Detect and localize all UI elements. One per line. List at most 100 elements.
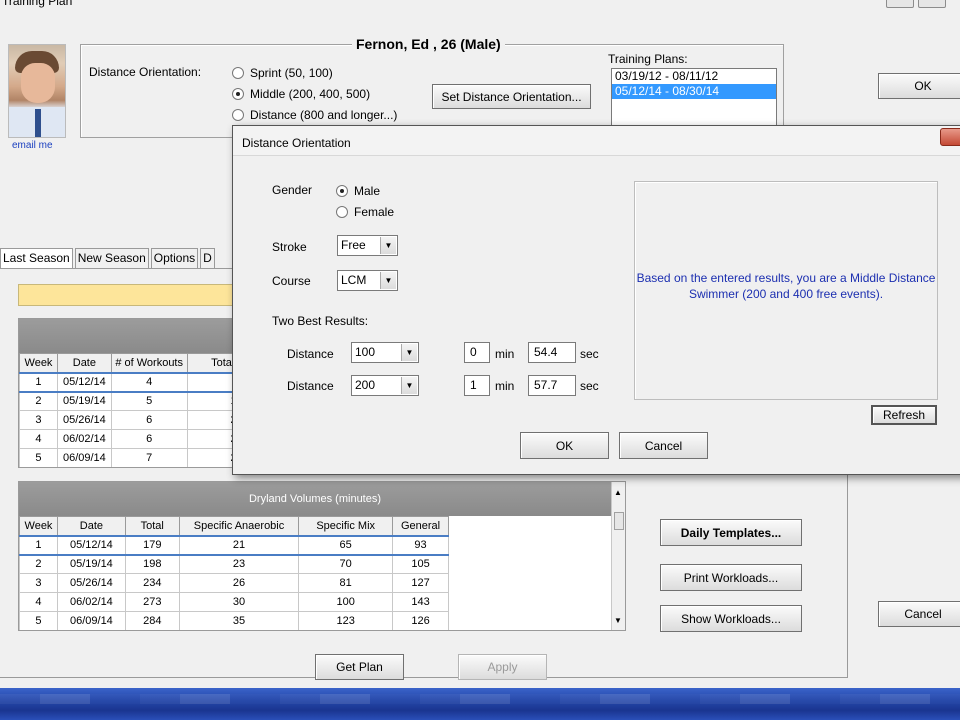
table-row[interactable]: 3 05/26/14 234 26 81 127 bbox=[19, 573, 449, 593]
cell[interactable]: 7 bbox=[110, 448, 188, 467]
cell[interactable]: 4 bbox=[110, 371, 188, 393]
col-specific-anaerobic[interactable]: Specific Anaerobic bbox=[178, 516, 300, 536]
scroll-up-icon[interactable]: ▲ bbox=[614, 488, 622, 497]
cell[interactable]: 198 bbox=[124, 554, 180, 574]
tab-last-season[interactable]: Last Season bbox=[0, 248, 73, 268]
radio-middle[interactable]: Middle (200, 400, 500) bbox=[232, 87, 370, 101]
set-distance-orientation-button[interactable]: Set Distance Orientation... bbox=[432, 84, 591, 109]
course-select[interactable]: LCM ▼ bbox=[337, 270, 398, 291]
get-plan-button[interactable]: Get Plan bbox=[315, 654, 404, 680]
scroll-down-icon[interactable]: ▼ bbox=[614, 616, 622, 625]
apply-button[interactable]: Apply bbox=[458, 654, 547, 680]
table-row[interactable]: 4 06/02/14 273 30 100 143 bbox=[19, 592, 449, 612]
scroll-thumb[interactable] bbox=[614, 512, 624, 530]
radio-distance[interactable]: Distance (800 and longer...) bbox=[232, 108, 397, 122]
table-row[interactable]: 506/09/14729,60 bbox=[19, 448, 257, 467]
cell[interactable]: 23 bbox=[178, 554, 300, 574]
cell[interactable]: 3 bbox=[19, 410, 58, 430]
sec-2-input[interactable]: 57.7 bbox=[528, 375, 576, 396]
cell[interactable]: 123 bbox=[298, 611, 394, 630]
cell[interactable]: 5 bbox=[110, 391, 188, 411]
cell[interactable]: 234 bbox=[124, 573, 180, 593]
cell[interactable]: 05/26/14 bbox=[56, 573, 126, 593]
table-row[interactable]: 205/19/14517,90 bbox=[19, 391, 257, 411]
table-row[interactable]: 406/02/14626,70 bbox=[19, 429, 257, 449]
cell[interactable]: 4 bbox=[19, 429, 58, 449]
chevron-down-icon[interactable]: ▼ bbox=[401, 377, 417, 394]
sec-1-input[interactable]: 54.4 bbox=[528, 342, 576, 363]
cell[interactable]: 5 bbox=[19, 611, 58, 630]
cell[interactable]: 6 bbox=[110, 429, 188, 449]
cell[interactable]: 127 bbox=[392, 573, 449, 593]
radio-distance-indicator[interactable] bbox=[232, 109, 244, 121]
chevron-down-icon[interactable]: ▼ bbox=[401, 344, 417, 361]
radio-middle-indicator[interactable] bbox=[232, 88, 244, 100]
cell[interactable]: 2 bbox=[19, 391, 58, 411]
tab-d[interactable]: D bbox=[200, 248, 215, 268]
radio-sprint-indicator[interactable] bbox=[232, 67, 244, 79]
cell[interactable]: 05/12/14 bbox=[56, 371, 112, 393]
min-1-input[interactable]: 0 bbox=[464, 342, 490, 363]
cell[interactable]: 3 bbox=[19, 573, 58, 593]
chevron-down-icon[interactable]: ▼ bbox=[380, 272, 396, 289]
cell[interactable]: 4 bbox=[19, 592, 58, 612]
cell[interactable]: 30 bbox=[178, 592, 300, 612]
table-row[interactable]: 1 05/12/14 179 21 65 93 bbox=[19, 534, 449, 556]
cell[interactable]: 284 bbox=[124, 611, 180, 630]
refresh-button[interactable]: Refresh bbox=[871, 405, 937, 425]
cell[interactable]: 93 bbox=[392, 534, 449, 556]
table-row[interactable]: 5 06/09/14 284 35 123 126 bbox=[19, 611, 449, 630]
cell[interactable]: 06/09/14 bbox=[56, 611, 126, 630]
tab-new-season[interactable]: New Season bbox=[74, 248, 149, 268]
cell[interactable]: 06/02/14 bbox=[56, 429, 112, 449]
show-workloads-button[interactable]: Show Workloads... bbox=[660, 605, 802, 632]
cell[interactable]: 05/19/14 bbox=[56, 554, 126, 574]
cell[interactable]: 65 bbox=[298, 534, 394, 556]
col-week[interactable]: Week bbox=[19, 516, 58, 536]
radio-male-indicator[interactable] bbox=[336, 185, 348, 197]
col-total[interactable]: Total bbox=[124, 516, 180, 536]
cell[interactable]: 100 bbox=[298, 592, 394, 612]
tab-options[interactable]: Options bbox=[150, 248, 199, 268]
radio-female-indicator[interactable] bbox=[336, 206, 348, 218]
stroke-select[interactable]: Free ▼ bbox=[337, 235, 398, 256]
cell[interactable]: 273 bbox=[124, 592, 180, 612]
cell[interactable]: 143 bbox=[392, 592, 449, 612]
maximize-button[interactable] bbox=[918, 0, 946, 8]
training-plan-item[interactable]: 03/19/12 - 08/11/12 bbox=[612, 69, 776, 84]
col-date[interactable]: Date bbox=[56, 353, 112, 373]
training-plans-list[interactable]: 03/19/12 - 08/11/12 05/12/14 - 08/30/14 bbox=[611, 68, 777, 130]
dialog-cancel-button[interactable]: Cancel bbox=[619, 432, 708, 459]
print-workloads-button[interactable]: Print Workloads... bbox=[660, 564, 802, 591]
distance-2-select[interactable]: 200 ▼ bbox=[351, 375, 419, 396]
cell[interactable]: 70 bbox=[298, 554, 394, 574]
col-date[interactable]: Date bbox=[56, 516, 126, 536]
cell[interactable]: 05/12/14 bbox=[56, 534, 126, 556]
daily-templates-button[interactable]: Daily Templates... bbox=[660, 519, 802, 546]
dialog-ok-button[interactable]: OK bbox=[520, 432, 609, 459]
col-workouts[interactable]: # of Workouts bbox=[110, 353, 188, 373]
cell[interactable]: 1 bbox=[19, 534, 58, 556]
minimize-button[interactable] bbox=[886, 0, 914, 8]
table-row[interactable]: 105/12/14411,70 bbox=[19, 371, 257, 393]
training-plan-item-selected[interactable]: 05/12/14 - 08/30/14 bbox=[612, 84, 776, 99]
dryland-scrollbar[interactable]: ▲ ▼ bbox=[611, 482, 625, 630]
cell[interactable]: 06/02/14 bbox=[56, 592, 126, 612]
cell[interactable]: 06/09/14 bbox=[56, 448, 112, 467]
cell[interactable]: 1 bbox=[19, 371, 58, 393]
col-week[interactable]: Week bbox=[19, 353, 58, 373]
cell[interactable]: 81 bbox=[298, 573, 394, 593]
cell[interactable]: 6 bbox=[110, 410, 188, 430]
table-row[interactable]: 2 05/19/14 198 23 70 105 bbox=[19, 554, 449, 574]
col-specific-mix[interactable]: Specific Mix bbox=[298, 516, 394, 536]
radio-sprint[interactable]: Sprint (50, 100) bbox=[232, 66, 333, 80]
cell[interactable]: 05/19/14 bbox=[56, 391, 112, 411]
dialog-close-icon[interactable] bbox=[940, 128, 960, 146]
min-2-input[interactable]: 1 bbox=[464, 375, 490, 396]
cell[interactable]: 126 bbox=[392, 611, 449, 630]
cell[interactable]: 05/26/14 bbox=[56, 410, 112, 430]
radio-female[interactable]: Female bbox=[336, 205, 394, 219]
radio-male[interactable]: Male bbox=[336, 184, 380, 198]
cell[interactable]: 2 bbox=[19, 554, 58, 574]
cell[interactable]: 105 bbox=[392, 554, 449, 574]
